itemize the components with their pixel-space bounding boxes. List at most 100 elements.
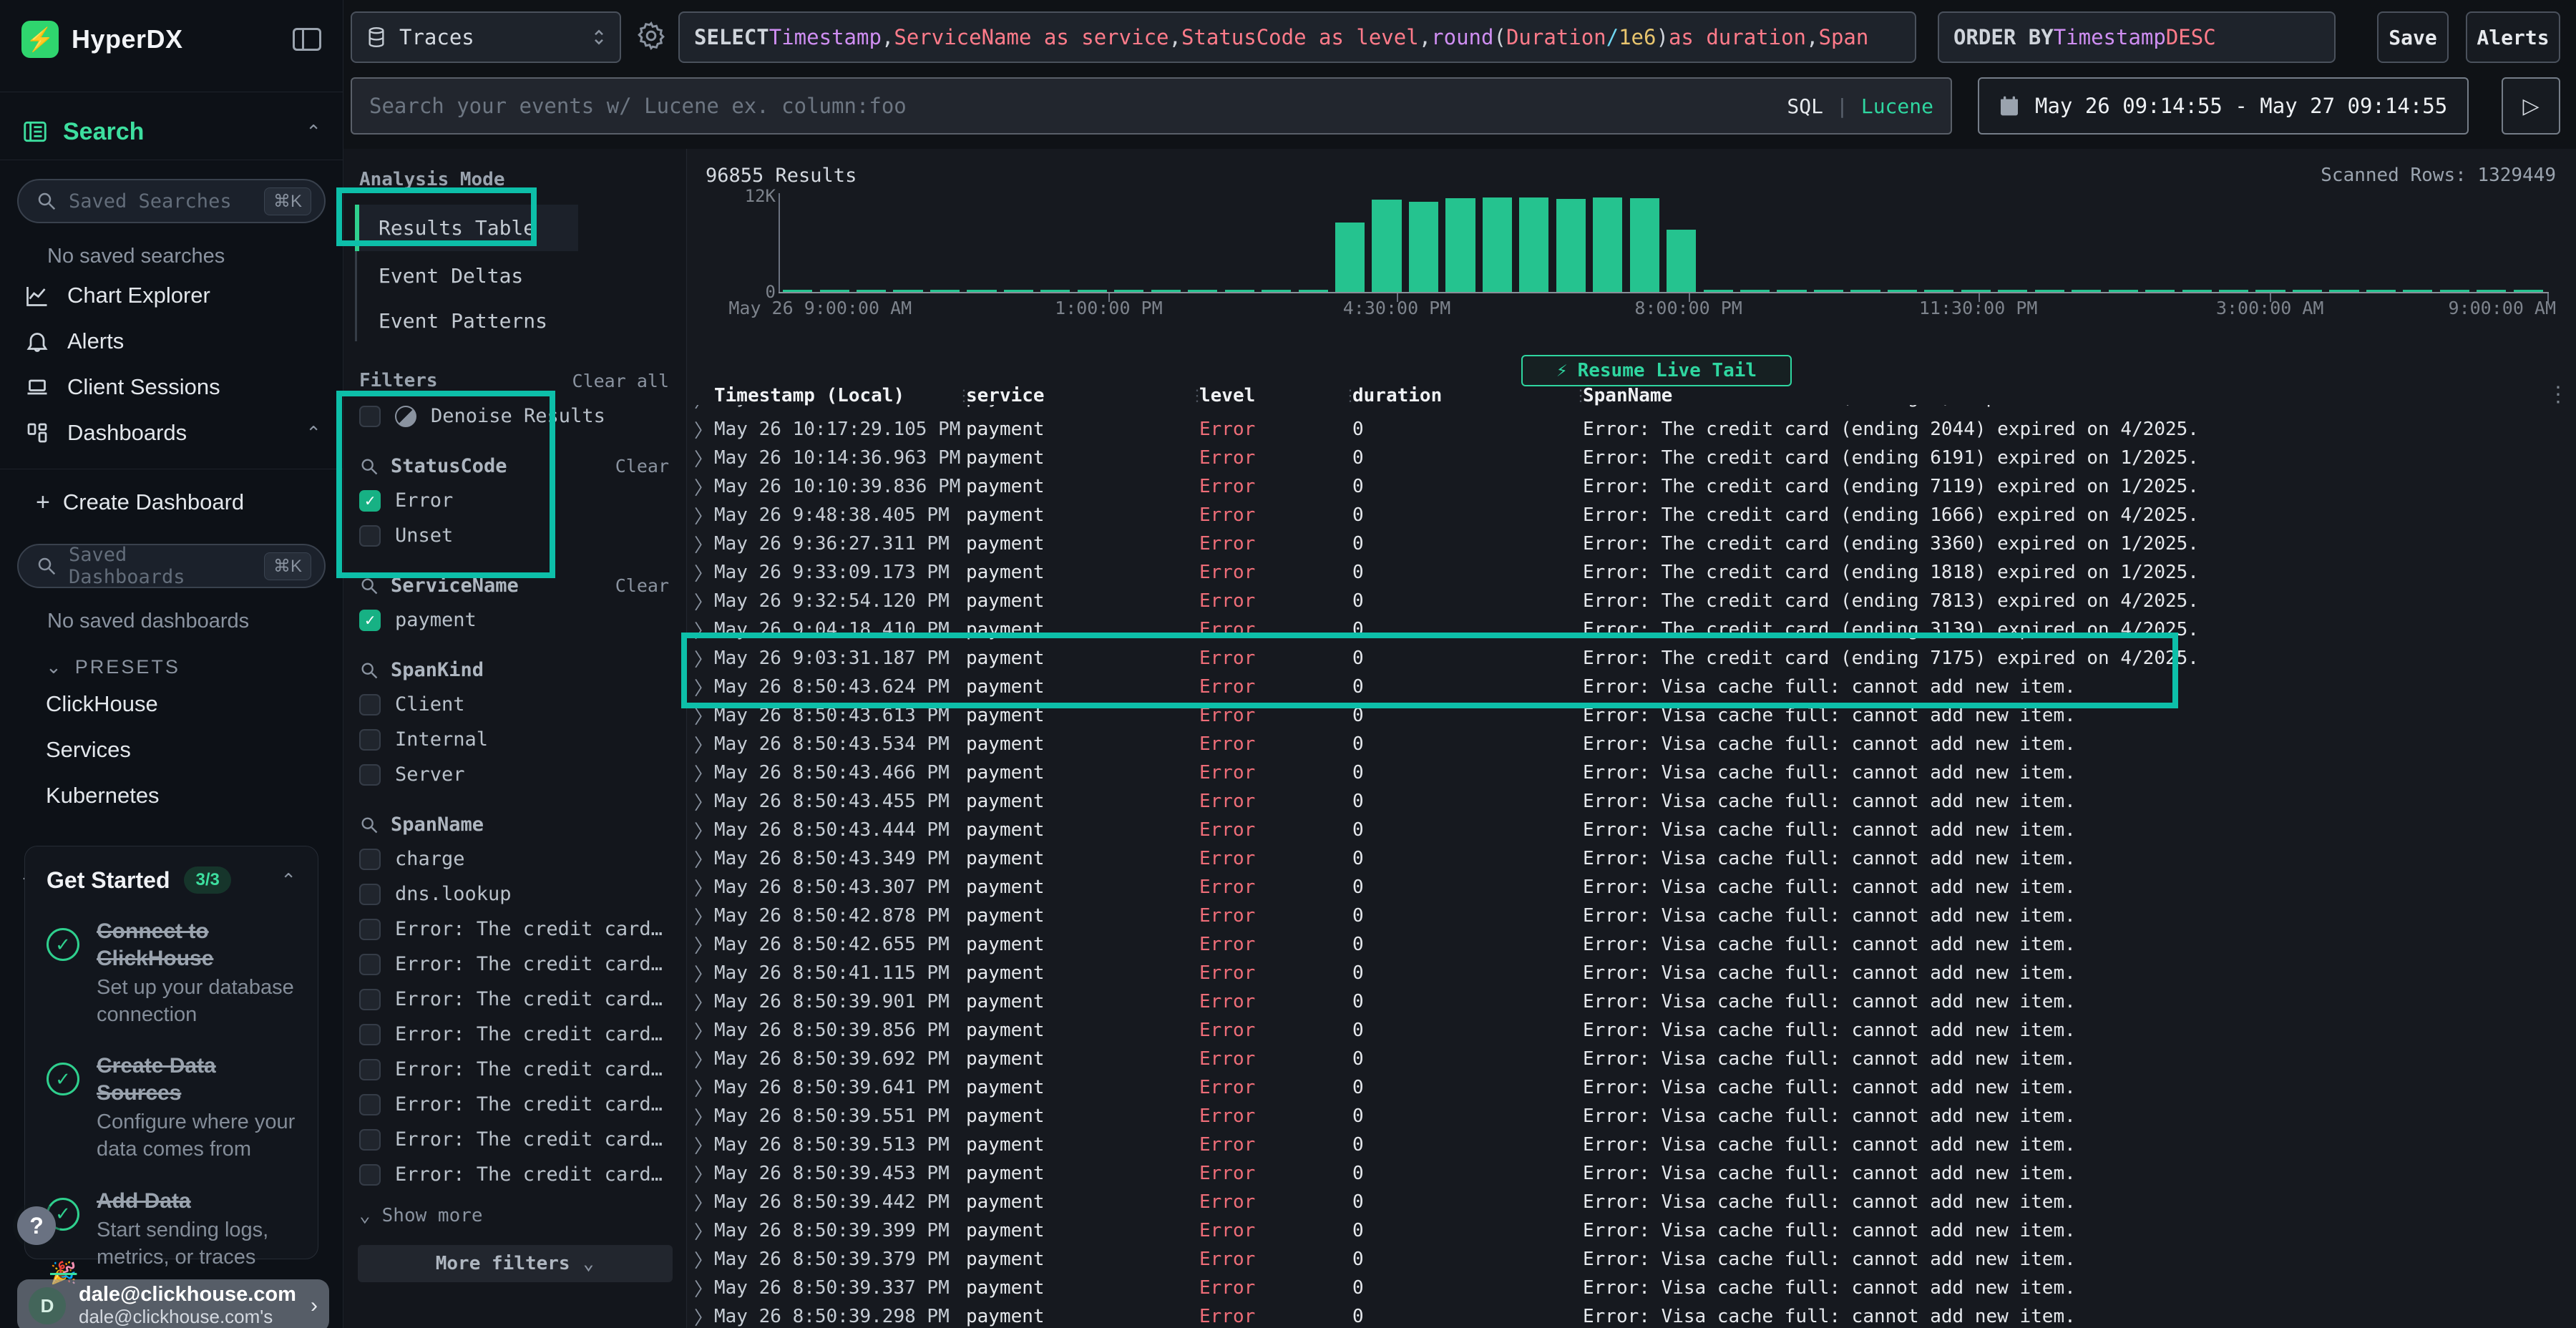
mode-sql-toggle[interactable]: SQL [1787,94,1823,118]
user-menu[interactable]: D dale@clickhouse.com dale@clickhouse.co… [17,1279,329,1328]
sql-select-editor[interactable]: SELECT Timestamp, ServiceName as service… [678,11,1916,63]
row-expand-chevron-icon[interactable]: 〉 [687,1189,714,1216]
table-row[interactable]: 〉May 26 10:10:39.836 PMpaymentError0Erro… [687,472,2576,501]
alerts-button[interactable]: Alerts [2466,11,2560,63]
checkbox-icon[interactable] [359,849,381,870]
table-row[interactable]: 〉May 26 8:50:39.453 PMpaymentError0Error… [687,1159,2576,1188]
sidebar-item-alerts[interactable]: Alerts [0,318,343,364]
column-header-timestamp[interactable]: Timestamp (Local) [714,386,956,406]
row-expand-chevron-icon[interactable]: 〉 [687,416,714,443]
row-expand-chevron-icon[interactable]: 〉 [687,405,714,413]
table-row[interactable]: 〉May 26 8:50:39.551 PMpaymentError0Error… [687,1102,2576,1131]
column-header-duration[interactable]: duration [1352,386,1573,406]
table-row[interactable]: 〉May 26 8:50:41.115 PMpaymentError0Error… [687,959,2576,987]
checkbox-icon[interactable] [359,525,381,547]
checkbox-icon[interactable] [359,1059,381,1080]
filter-option[interactable]: Unset [343,518,686,553]
table-row[interactable]: 〉May 26 10:…paymentError0Error: The cred… [687,405,2576,415]
app-logo[interactable]: ⚡ HyperDX [21,21,183,58]
get-started-item[interactable]: ✓Create Data SourcesConfigure where your… [47,1053,296,1163]
row-expand-chevron-icon[interactable]: 〉 [687,960,714,987]
row-expand-chevron-icon[interactable]: 〉 [687,502,714,529]
source-settings-gear-icon[interactable] [635,20,667,52]
get-started-item[interactable]: ✓Add DataStart sending logs, metrics, or… [47,1188,296,1271]
sidebar-collapse-icon[interactable] [293,28,321,51]
order-by-editor[interactable]: ORDER BY Timestamp DESC [1938,11,2336,63]
table-row[interactable]: 〉May 26 8:50:39.856 PMpaymentError0Error… [687,1016,2576,1045]
checkbox-icon[interactable] [359,694,381,716]
filter-option[interactable]: Error: The credit card … [343,912,686,947]
chevron-up-icon[interactable]: ⌃ [306,422,321,444]
more-filters-button[interactable]: More filters ⌄ [358,1245,673,1282]
row-expand-chevron-icon[interactable]: 〉 [687,1246,714,1273]
analysis-mode-event-deltas[interactable]: Event Deltas [357,255,686,296]
filter-option[interactable]: Error: The credit card … [343,1052,686,1087]
table-row[interactable]: 〉May 26 9:33:09.173 PMpaymentError0Error… [687,558,2576,587]
table-row[interactable]: 〉May 26 8:50:39.399 PMpaymentError0Error… [687,1216,2576,1245]
table-row[interactable]: 〉May 26 8:50:39.337 PMpaymentError0Error… [687,1274,2576,1302]
table-row[interactable]: 〉May 26 9:48:38.405 PMpaymentError0Error… [687,501,2576,529]
sidebar-item-dashboards[interactable]: Dashboards ⌃ [0,410,343,456]
analysis-mode-event-patterns[interactable]: Event Patterns [357,301,686,341]
clear-all-filters-button[interactable]: Clear all [572,371,669,391]
table-row[interactable]: 〉May 26 8:50:43.455 PMpaymentError0Error… [687,787,2576,816]
table-row[interactable]: 〉May 26 9:32:54.120 PMpaymentError0Error… [687,587,2576,615]
filter-option[interactable]: Error [343,483,686,518]
table-row[interactable]: 〉May 26 9:04:18.410 PMpaymentError0Error… [687,615,2576,644]
table-row[interactable]: 〉May 26 8:50:39.442 PMpaymentError0Error… [687,1188,2576,1216]
column-resize-handle-icon[interactable]: ⋮ [1573,387,1583,405]
chevron-up-icon[interactable]: ⌃ [280,869,296,892]
sidebar-item-chart-explorer[interactable]: Chart Explorer [0,273,343,318]
column-header-level[interactable]: level [1199,386,1342,406]
row-expand-chevron-icon[interactable]: 〉 [687,817,714,844]
checkbox-icon[interactable] [359,1129,381,1151]
row-expand-chevron-icon[interactable]: 〉 [687,846,714,872]
row-expand-chevron-icon[interactable]: 〉 [687,560,714,586]
row-expand-chevron-icon[interactable]: 〉 [687,989,714,1015]
clear-filter-button[interactable]: Clear [615,456,669,477]
checkbox-icon[interactable] [359,954,381,975]
table-row[interactable]: 〉May 26 8:50:43.466 PMpaymentError0Error… [687,758,2576,787]
filter-option[interactable]: Error: The credit card … [343,947,686,982]
sidebar-item-services[interactable]: Services [0,727,343,773]
help-button[interactable]: ? [17,1206,56,1245]
row-expand-chevron-icon[interactable]: 〉 [687,445,714,472]
checkbox-icon[interactable] [359,989,381,1010]
checkbox-icon[interactable] [359,610,381,631]
filter-option[interactable]: Error: The credit card … [343,1087,686,1122]
column-resize-handle-icon[interactable]: ⋮ [956,387,966,405]
checkbox-icon[interactable] [359,919,381,940]
row-expand-chevron-icon[interactable]: 〉 [687,788,714,815]
checkbox-icon[interactable] [359,764,381,786]
checkbox-icon[interactable] [359,406,381,427]
row-expand-chevron-icon[interactable]: 〉 [687,932,714,958]
table-row[interactable]: 〉May 26 8:50:43.624 PMpaymentError0Error… [687,673,2576,701]
table-row[interactable]: 〉May 26 8:50:39.692 PMpaymentError0Error… [687,1045,2576,1073]
row-expand-chevron-icon[interactable]: 〉 [687,1161,714,1187]
filter-option[interactable]: Internal [343,722,686,757]
row-expand-chevron-icon[interactable]: 〉 [687,903,714,929]
checkbox-icon[interactable] [359,1164,381,1186]
table-row[interactable]: 〉May 26 8:50:42.878 PMpaymentError0Error… [687,902,2576,930]
row-expand-chevron-icon[interactable]: 〉 [687,1103,714,1130]
table-row[interactable]: 〉May 26 8:50:43.349 PMpaymentError0Error… [687,844,2576,873]
row-expand-chevron-icon[interactable]: 〉 [687,531,714,557]
sidebar-item-search[interactable]: Search ⌃ [0,107,343,157]
table-row[interactable]: 〉May 26 8:50:39.513 PMpaymentError0Error… [687,1131,2576,1159]
row-expand-chevron-icon[interactable]: 〉 [687,588,714,615]
sidebar-item-client-sessions[interactable]: Client Sessions [0,364,343,410]
date-range-picker[interactable]: May 26 09:14:55 - May 27 09:14:55 [1978,77,2469,135]
checkbox-icon[interactable] [359,490,381,512]
source-select[interactable]: Traces [351,11,621,63]
row-expand-chevron-icon[interactable]: 〉 [687,760,714,786]
checkbox-icon[interactable] [359,1024,381,1045]
filter-option[interactable]: Error: The credit card … [343,1017,686,1052]
filter-option[interactable]: payment [343,602,686,638]
filter-option[interactable]: Error: The credit card … [343,1157,686,1192]
presets-toggle[interactable]: ⌄ PRESETS [0,638,343,681]
table-row[interactable]: 〉May 26 8:50:43.444 PMpaymentError0Error… [687,816,2576,844]
lucene-search-input[interactable]: Search your events w/ Lucene ex. column:… [351,77,1952,135]
table-row[interactable]: 〉May 26 9:03:31.187 PMpaymentError0Error… [687,644,2576,673]
table-row[interactable]: 〉May 26 9:36:27.311 PMpaymentError0Error… [687,529,2576,558]
row-expand-chevron-icon[interactable]: 〉 [687,474,714,500]
